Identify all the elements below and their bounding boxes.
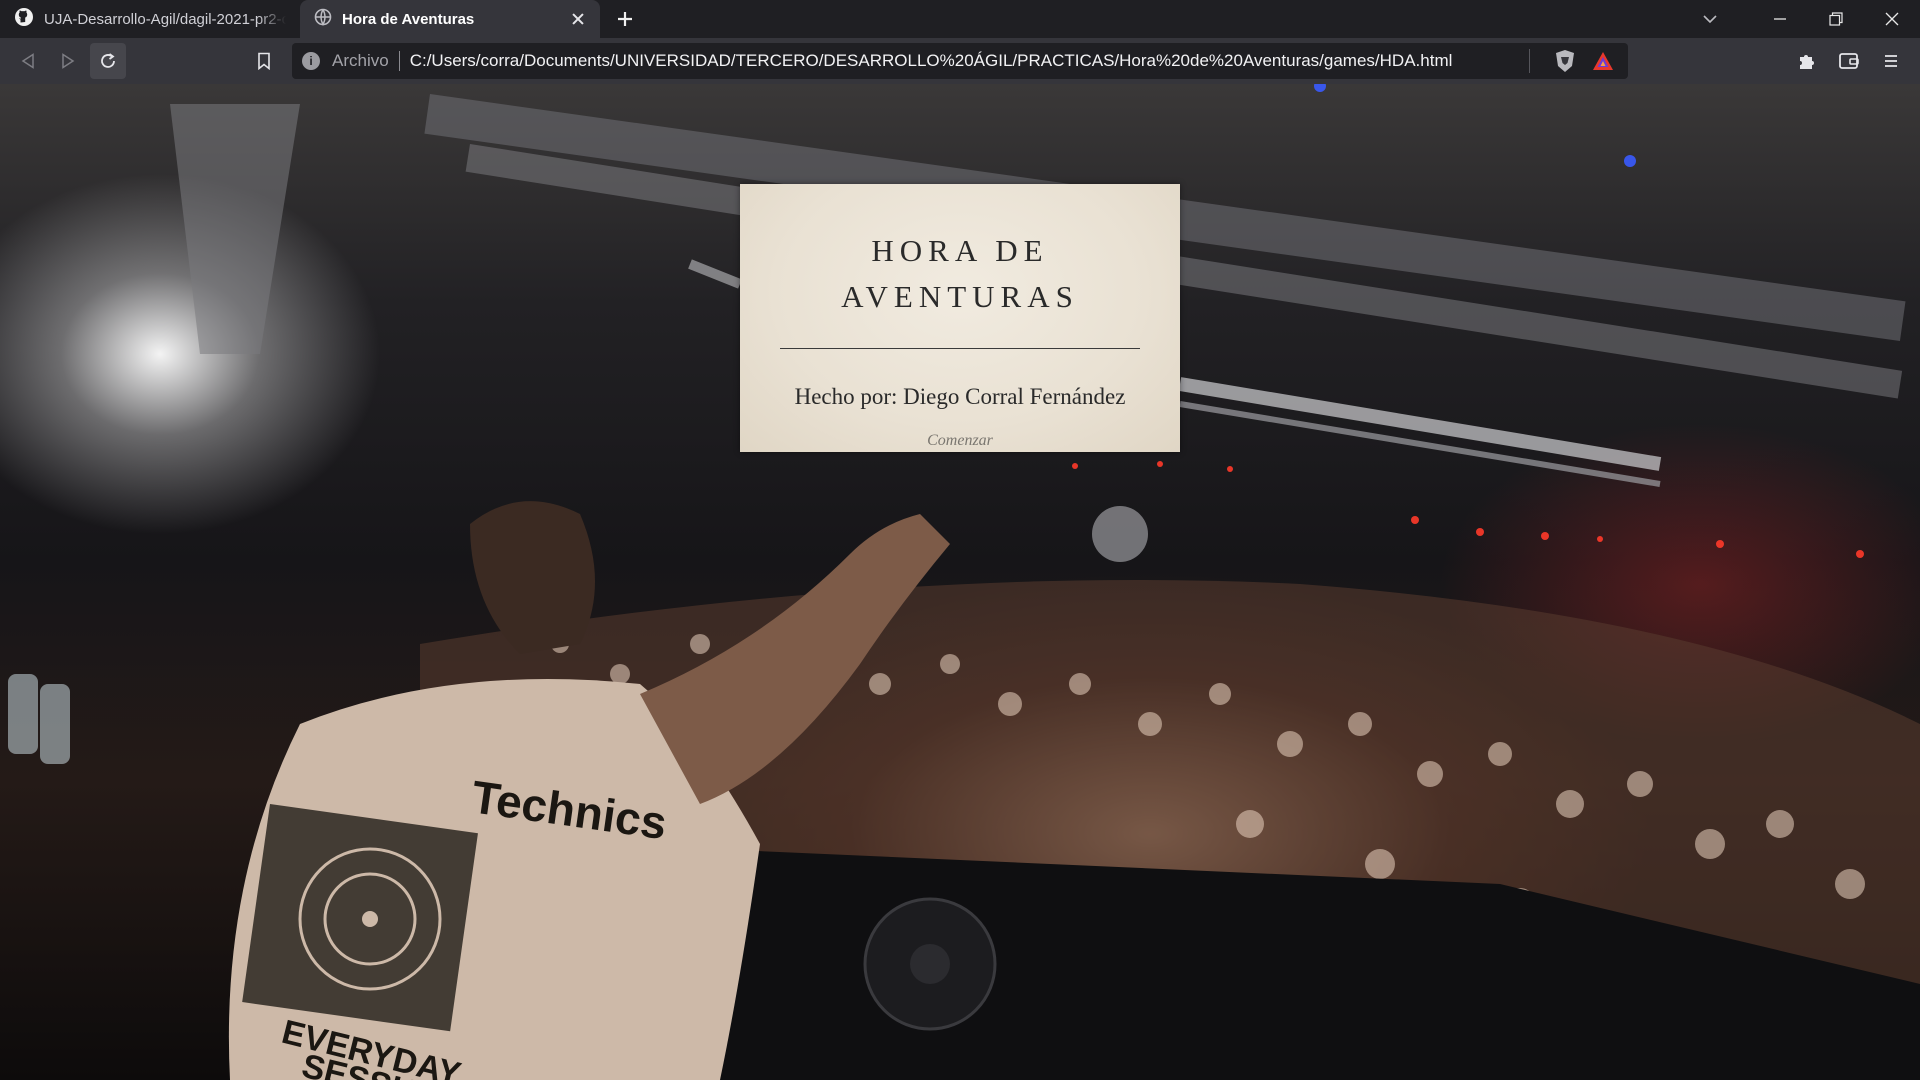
title-card: HORA DE AVENTURAS Hecho por: Diego Corra… <box>740 184 1180 452</box>
menu-button[interactable] <box>1870 43 1912 79</box>
wallet-icon <box>1839 53 1859 69</box>
chevron-down-icon <box>1703 15 1717 24</box>
minimize-icon <box>1774 18 1786 20</box>
author-credit: Hecho por: Diego Corral Fernández <box>794 384 1126 409</box>
extensions-button[interactable] <box>1786 43 1828 79</box>
web-page: Technics EVERYDAY SESSION HORA DE AVENTU… <box>0 84 1920 1080</box>
title-divider <box>780 348 1140 349</box>
plus-icon <box>618 12 632 26</box>
url-separator <box>398 51 400 71</box>
reload-button[interactable] <box>90 43 126 79</box>
close-tab-icon[interactable] <box>570 11 586 27</box>
bookmark-button[interactable] <box>246 43 282 79</box>
minimize-button[interactable] <box>1752 0 1808 38</box>
tab-title: UJA-Desarrollo-Agil/dagil-2021-pr2-c <box>44 10 286 28</box>
bookmark-icon <box>258 52 270 70</box>
address-bar[interactable]: i Archivo C:/Users/corra/Documents/UNIVE… <box>292 43 1628 79</box>
github-icon <box>14 7 34 31</box>
brave-rewards-icon[interactable] <box>1588 46 1618 76</box>
forward-arrow-icon <box>62 53 75 69</box>
tab-hora-de-aventuras[interactable]: Hora de Aventuras <box>300 0 600 38</box>
start-link[interactable]: Comenzar <box>740 432 1180 450</box>
browser-toolbar: i Archivo C:/Users/corra/Documents/UNIVE… <box>0 38 1920 84</box>
brave-shields-icon[interactable] <box>1550 46 1580 76</box>
close-icon <box>1885 12 1899 26</box>
tab-github[interactable]: UJA-Desarrollo-Agil/dagil-2021-pr2-c <box>0 0 300 38</box>
new-tab-button[interactable] <box>606 0 644 38</box>
back-arrow-icon <box>21 53 34 69</box>
window-controls <box>1752 0 1920 38</box>
url-text[interactable]: C:/Users/corra/Documents/UNIVERSIDAD/TER… <box>410 51 1517 71</box>
url-divider <box>1529 49 1530 73</box>
restore-icon <box>1829 12 1843 26</box>
back-button[interactable] <box>8 41 48 81</box>
game-title: HORA DE AVENTURAS <box>841 233 1079 314</box>
forward-button[interactable] <box>48 41 88 81</box>
tab-search-button[interactable] <box>1690 0 1730 38</box>
tab-title: Hora de Aventuras <box>342 10 475 28</box>
title-bar: UJA-Desarrollo-Agil/dagil-2021-pr2-c Hor… <box>0 0 1920 38</box>
globe-icon <box>314 8 332 30</box>
hamburger-menu-icon <box>1885 55 1897 67</box>
url-scheme-label: Archivo <box>332 51 389 70</box>
close-window-button[interactable] <box>1864 0 1920 38</box>
puzzle-icon <box>1800 55 1814 69</box>
toolbar-right-actions <box>1786 43 1912 79</box>
info-icon[interactable]: i <box>302 52 320 70</box>
reload-icon <box>101 53 115 68</box>
restore-button[interactable] <box>1808 0 1864 38</box>
wallet-button[interactable] <box>1828 43 1870 79</box>
